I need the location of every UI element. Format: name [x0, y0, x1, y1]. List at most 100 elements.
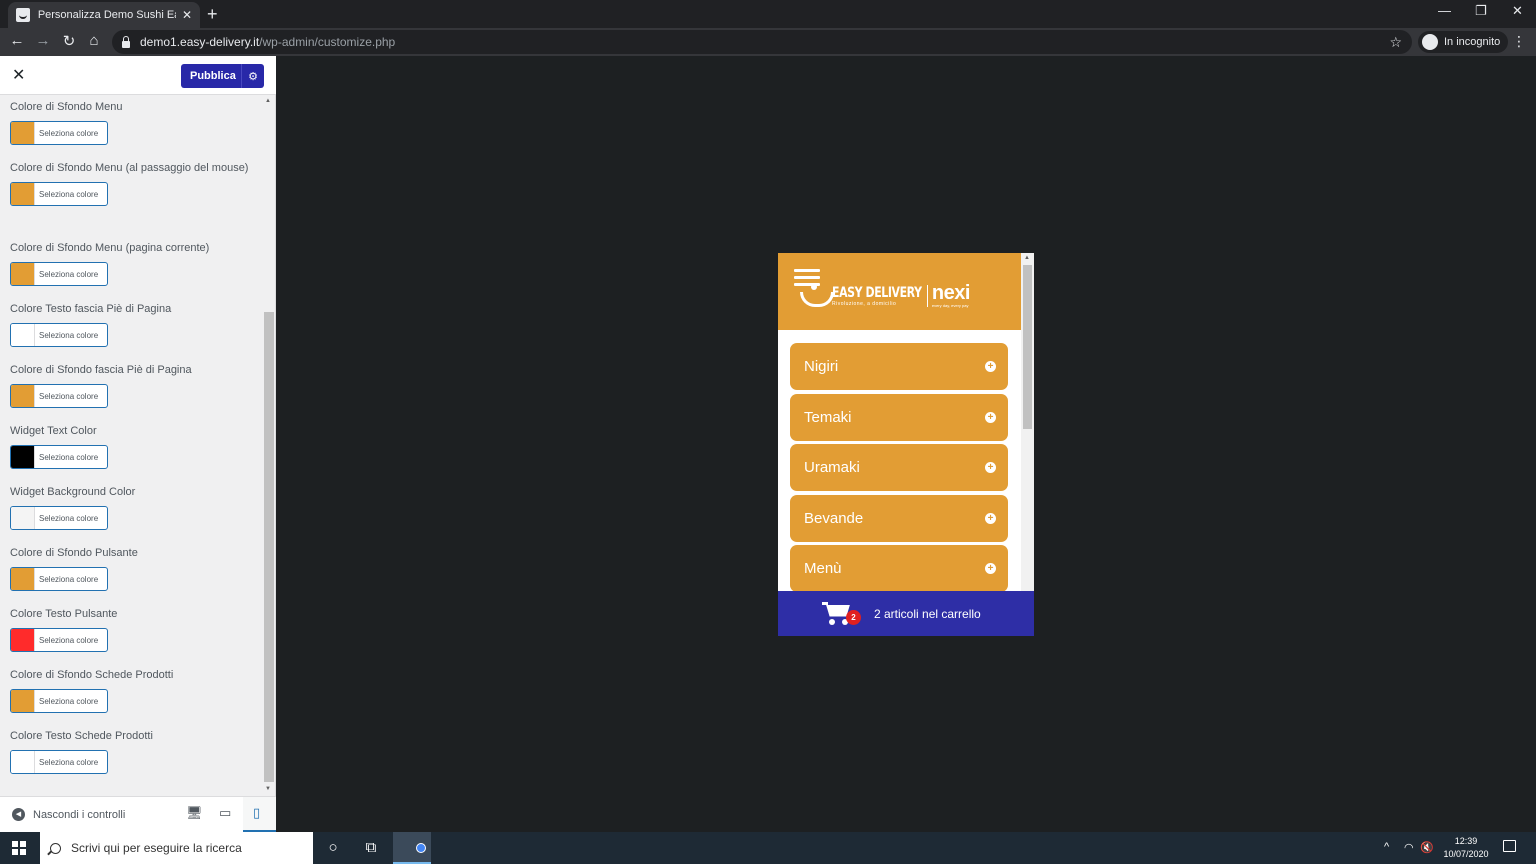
color-swatch[interactable]: [11, 446, 35, 468]
color-picker-button[interactable]: Seleziona colore: [10, 628, 108, 652]
new-tab-button[interactable]: +: [207, 4, 218, 25]
color-swatch[interactable]: [11, 751, 35, 773]
back-icon[interactable]: ←: [7, 32, 27, 49]
color-picker-button[interactable]: Seleziona colore: [10, 262, 108, 286]
category-item[interactable]: Bevande +: [790, 495, 1008, 542]
bookmark-star-icon[interactable]: ☆: [1389, 34, 1402, 51]
category-item[interactable]: Menù +: [790, 545, 1008, 592]
category-item[interactable]: Temaki +: [790, 394, 1008, 441]
color-swatch[interactable]: [11, 629, 35, 651]
mobile-preview-icon[interactable]: ▯: [253, 805, 260, 821]
plus-circle-icon[interactable]: +: [985, 462, 996, 473]
cart-bar[interactable]: 2 2 articoli nel carrello: [778, 591, 1034, 636]
hide-controls-button[interactable]: ◀ Nascondi i controlli: [12, 808, 125, 821]
chrome-taskbar-icon[interactable]: [403, 839, 421, 857]
desktop-preview-icon[interactable]: 🖥: [186, 805, 203, 821]
color-swatch[interactable]: [11, 385, 35, 407]
plus-circle-icon[interactable]: +: [985, 513, 996, 524]
preview-scrollbar[interactable]: ▲: [1021, 253, 1034, 591]
taskbar-clock[interactable]: 12:39 10/07/2020: [1438, 835, 1494, 861]
publish-settings-gear-icon[interactable]: ⚙: [242, 70, 264, 83]
color-picker-button[interactable]: Seleziona colore: [10, 689, 108, 713]
control-label: Colore Testo Schede Prodotti: [10, 730, 153, 742]
color-picker-label[interactable]: Seleziona colore: [35, 758, 98, 767]
scroll-down-arrow-icon[interactable]: ▼: [265, 786, 271, 792]
notification-center-icon[interactable]: [1503, 840, 1516, 852]
color-picker-label[interactable]: Seleziona colore: [35, 636, 98, 645]
task-view-icon[interactable]: ⧉: [362, 839, 380, 857]
color-control: Colore Testo Pulsante Seleziona colore: [10, 605, 250, 652]
cortana-icon[interactable]: ○: [324, 839, 342, 857]
restore-button[interactable]: ❐: [1475, 3, 1487, 19]
window-close-button[interactable]: ✕: [1512, 3, 1523, 19]
color-swatch[interactable]: [11, 568, 35, 590]
forward-icon[interactable]: →: [33, 32, 53, 49]
address-bar[interactable]: demo1.easy-delivery.it /wp-admin/customi…: [112, 30, 1412, 54]
color-picker-button[interactable]: Seleziona colore: [10, 182, 108, 206]
color-picker-label[interactable]: Seleziona colore: [35, 697, 98, 706]
shopping-cart-icon: 2: [822, 601, 861, 627]
lock-icon[interactable]: [122, 35, 130, 48]
plus-circle-icon[interactable]: +: [985, 563, 996, 574]
category-item[interactable]: Uramaki +: [790, 444, 1008, 491]
color-swatch[interactable]: [11, 183, 35, 205]
color-picker-button[interactable]: Seleziona colore: [10, 567, 108, 591]
color-picker-label[interactable]: Seleziona colore: [35, 270, 98, 279]
tray-overflow-chevron-icon[interactable]: ^: [1384, 841, 1389, 853]
color-picker-button[interactable]: Seleziona colore: [10, 121, 108, 145]
color-control: Colore Testo Schede Prodotti Seleziona c…: [10, 727, 250, 774]
minimize-button[interactable]: —: [1438, 3, 1451, 18]
incognito-indicator[interactable]: In incognito: [1418, 31, 1509, 53]
sidebar-scroll-thumb[interactable]: [264, 312, 274, 782]
color-swatch[interactable]: [11, 690, 35, 712]
color-picker-button[interactable]: Seleziona colore: [10, 384, 108, 408]
browser-tab[interactable]: Personalizza Demo Sushi Easy De ✕: [8, 2, 200, 28]
color-swatch[interactable]: [11, 263, 35, 285]
scroll-up-arrow-icon[interactable]: ▲: [1024, 255, 1030, 261]
control-label: Colore Testo Pulsante: [10, 608, 118, 620]
color-swatch[interactable]: [11, 122, 35, 144]
category-label: Nigiri: [804, 358, 839, 375]
category-item[interactable]: Nigiri +: [790, 343, 1008, 390]
color-picker-button[interactable]: Seleziona colore: [10, 506, 108, 530]
plus-circle-icon[interactable]: +: [985, 361, 996, 372]
color-picker-label[interactable]: Seleziona colore: [35, 331, 98, 340]
network-icon[interactable]: ◠: [1404, 841, 1414, 854]
color-picker-button[interactable]: Seleziona colore: [10, 445, 108, 469]
category-list: Nigiri + Temaki + Uramaki + Bevande + Me…: [778, 330, 1021, 592]
color-picker-label[interactable]: Seleziona colore: [35, 392, 98, 401]
control-label: Colore di Sfondo Pulsante: [10, 547, 138, 559]
browser-menu-icon[interactable]: ⋮: [1512, 33, 1526, 50]
file-explorer-icon[interactable]: [442, 839, 460, 857]
plus-circle-icon[interactable]: +: [985, 412, 996, 423]
reload-icon[interactable]: ↻: [59, 32, 79, 50]
taskbar-search-box[interactable]: Scrivi qui per eseguire la ricerca: [40, 832, 313, 864]
color-picker-label[interactable]: Seleziona colore: [35, 453, 98, 462]
home-icon[interactable]: ⌂: [84, 32, 104, 49]
color-picker-label[interactable]: Seleziona colore: [35, 514, 98, 523]
color-picker-button[interactable]: Seleziona colore: [10, 750, 108, 774]
logo-wordmark: EASY DELIVERY Rivoluzione, a domicilio: [832, 285, 947, 307]
color-picker-label[interactable]: Seleziona colore: [35, 129, 98, 138]
tab-close-icon[interactable]: ✕: [182, 8, 192, 22]
tablet-preview-icon[interactable]: ▭: [219, 805, 231, 821]
color-picker-button[interactable]: Seleziona colore: [10, 323, 108, 347]
site-logo[interactable]: EASY DELIVERY Rivoluzione, a domicilio n…: [798, 283, 970, 308]
customizer-close-icon[interactable]: ✕: [12, 65, 25, 85]
color-swatch[interactable]: [11, 324, 35, 346]
color-picker-label[interactable]: Seleziona colore: [35, 575, 98, 584]
publish-button[interactable]: Pubblica ⚙: [181, 64, 264, 88]
security-shield-icon[interactable]: [481, 839, 499, 857]
control-label: Colore di Sfondo fascia Piè di Pagina: [10, 364, 192, 376]
sidebar-scrollbar[interactable]: ▲ ▼: [263, 96, 275, 796]
mail-icon[interactable]: [520, 839, 538, 857]
scroll-up-arrow-icon[interactable]: ▲: [265, 98, 271, 104]
volume-muted-icon[interactable]: 🔇: [1420, 841, 1434, 854]
app-taskbar-icon[interactable]: [559, 839, 577, 857]
preview-scroll-thumb[interactable]: [1023, 265, 1032, 429]
color-picker-label[interactable]: Seleziona colore: [35, 190, 98, 199]
windows-start-icon[interactable]: [12, 841, 26, 855]
customizer-sidebar: ✕ Pubblica ⚙ Colore di Sfondo Menu Selez…: [0, 56, 276, 833]
publish-label[interactable]: Pubblica: [181, 70, 241, 82]
color-swatch[interactable]: [11, 507, 35, 529]
